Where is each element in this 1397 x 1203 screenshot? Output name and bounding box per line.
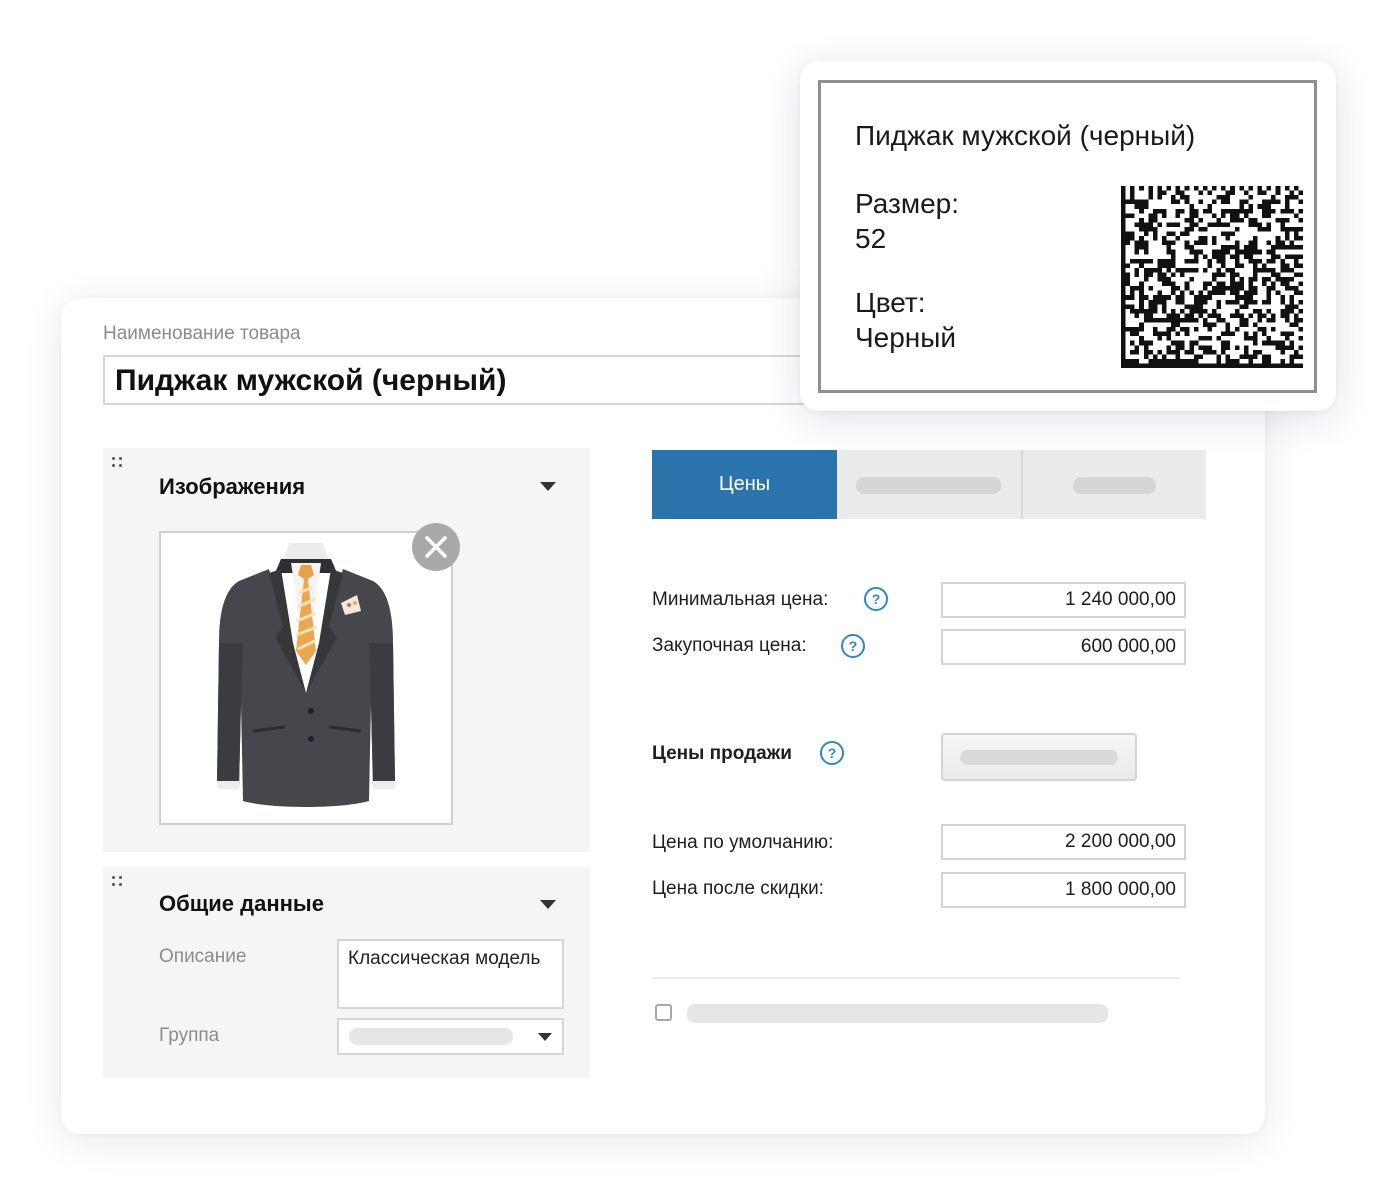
datamatrix-code (1121, 186, 1303, 368)
description-field[interactable]: Классическая модель (337, 939, 564, 1009)
general-panel-title: Общие данные (159, 891, 324, 916)
product-name-label: Наименование товара (103, 323, 301, 344)
tab-third[interactable] (1023, 450, 1206, 519)
product-name-input[interactable]: Пиджак мужской (черный) (103, 355, 823, 405)
tab-prices[interactable]: Цены (652, 450, 837, 519)
purchase-price-input[interactable]: 600 000,00 (941, 629, 1186, 665)
group-label: Группа (159, 1025, 220, 1046)
images-panel: Изображения (103, 448, 590, 852)
option-checkbox[interactable] (655, 1004, 672, 1021)
help-icon[interactable]: ? (841, 634, 865, 658)
price-tag-color-label: Цвет: (855, 287, 926, 318)
product-image[interactable] (159, 531, 453, 825)
discount-price-label: Цена после скидки: (652, 878, 824, 899)
help-icon[interactable]: ? (820, 741, 844, 765)
tab-placeholder (1073, 477, 1156, 494)
min-price-label: Минимальная цена: (652, 589, 829, 610)
sale-prices-button[interactable] (941, 733, 1137, 781)
price-tag-title: Пиджак мужской (черный) (855, 120, 1196, 151)
help-icon[interactable]: ? (864, 587, 888, 611)
group-placeholder (349, 1028, 513, 1045)
price-tag-size-label: Размер: (855, 188, 960, 219)
price-tabs: Цены (652, 450, 1206, 519)
price-tag: Пиджак мужской (черный) Размер: 52 Цвет:… (818, 80, 1317, 393)
default-price-input[interactable]: 2 200 000,00 (941, 824, 1186, 860)
checkbox-label-placeholder (687, 1004, 1108, 1023)
divider (652, 977, 1180, 979)
description-label: Описание (159, 946, 247, 967)
drag-handle-icon[interactable] (112, 457, 124, 469)
tab-second[interactable] (837, 450, 1021, 519)
discount-price-input[interactable]: 1 800 000,00 (941, 872, 1186, 908)
images-panel-title: Изображения (159, 474, 306, 499)
jacket-image (217, 543, 395, 807)
price-tag-color-value: Черный (855, 322, 957, 353)
close-icon (425, 536, 447, 558)
price-tag-card: Пиджак мужской (черный) Размер: 52 Цвет:… (800, 61, 1336, 411)
drag-handle-icon[interactable] (112, 876, 124, 888)
min-price-input[interactable]: 1 240 000,00 (941, 582, 1186, 618)
button-placeholder (960, 750, 1118, 765)
sale-prices-label: Цены продажи (652, 743, 792, 764)
tab-placeholder (856, 477, 1001, 494)
group-select[interactable] (337, 1018, 564, 1055)
default-price-label: Цена по умолчанию: (652, 832, 834, 853)
remove-image-button[interactable] (412, 523, 460, 571)
chevron-down-icon[interactable] (540, 900, 556, 909)
chevron-down-icon (538, 1033, 552, 1041)
general-data-panel: Общие данные Описание Классическая модел… (103, 867, 590, 1078)
purchase-price-label: Закупочная цена: (652, 635, 807, 656)
price-tag-size-value: 52 (855, 223, 887, 254)
chevron-down-icon[interactable] (540, 482, 556, 491)
